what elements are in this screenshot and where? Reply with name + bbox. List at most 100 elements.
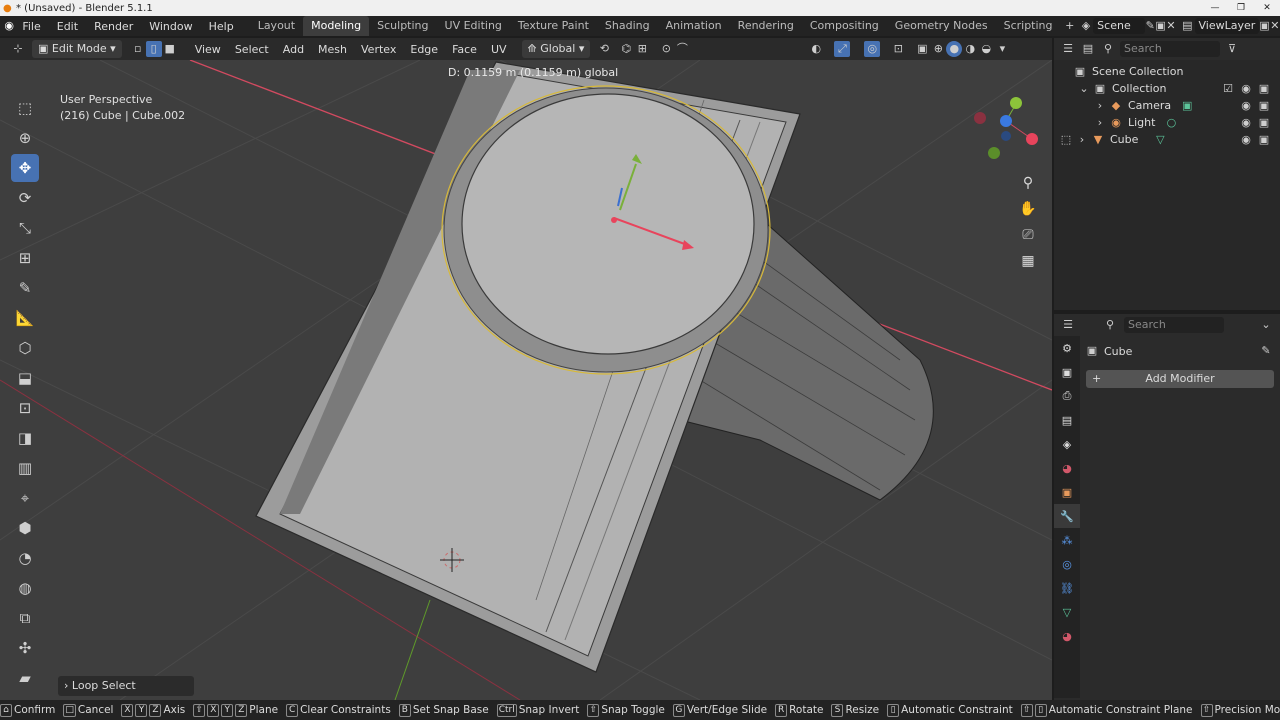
smooth-tool[interactable]: ◍ [11,574,39,602]
tab-sculpting[interactable]: Sculpting [369,16,436,36]
render-tab-icon[interactable]: ▣ [1054,360,1080,384]
constraints-tab-icon[interactable]: ⛓ [1054,576,1080,600]
move-tool[interactable]: ✥ [11,154,39,182]
overlay-toggle-icon[interactable]: ◎ [864,41,881,57]
chevron-right-icon[interactable]: › [1074,132,1090,148]
snap-icon[interactable]: ⌬ [618,41,634,57]
pivot-icon[interactable]: ⟲ [596,41,612,57]
tab-shading[interactable]: Shading [597,16,658,36]
eye-icon[interactable]: ◉ [1238,81,1254,97]
transform-tool[interactable]: ⊞ [11,244,39,272]
scale-tool[interactable]: ⤡ [11,214,39,242]
mode-selector[interactable]: ▣ Edit Mode ▾ [32,40,122,58]
menu-edit[interactable]: Edit [49,20,86,33]
pan-hand-icon[interactable]: ✋ [1016,196,1040,222]
tab-rendering[interactable]: Rendering [730,16,802,36]
menu-help[interactable]: Help [201,20,242,33]
camera-render-icon[interactable]: ▣ [1256,81,1272,97]
face-select-icon[interactable]: ■ [162,41,178,57]
maximize-button[interactable]: ❐ [1228,3,1254,13]
data-tab-icon[interactable]: ▽ [1054,600,1080,624]
chevron-down-icon[interactable]: ⌄ [1076,81,1092,97]
outliner-row-collection[interactable]: ⌄ ▣ Collection ☑ ◉ ▣ [1054,80,1280,97]
edge-slide-tool[interactable]: ⧉ [11,604,39,632]
outliner-row-light[interactable]: › ◉ Light ○ ◉ ▣ [1054,114,1280,131]
orientation-selector[interactable]: ⟰ Global ▾ [521,40,591,58]
add-cube-tool[interactable]: ⬡ [11,334,39,362]
output-tab-icon[interactable]: ⎙ [1054,384,1080,408]
particles-tab-icon[interactable]: ⁂ [1054,528,1080,552]
add-modifier-button[interactable]: + Add Modifier [1086,370,1274,388]
camera-view-icon[interactable]: ⎚ [1016,222,1040,248]
view-layer-icon[interactable]: ▤ [1182,18,1192,34]
tab-geometry-nodes[interactable]: Geometry Nodes [887,16,996,36]
viewport-menu-select[interactable]: Select [228,43,276,56]
knife-tool[interactable]: ⌖ [11,484,39,512]
object-tab-icon[interactable]: ▣ [1054,480,1080,504]
3d-viewport[interactable]: D: 0.1159 m (0.1159 m) global User Persp… [0,60,1052,700]
extrude-tool[interactable]: ⬓ [11,364,39,392]
tab-uv-editing[interactable]: UV Editing [437,16,510,36]
tab-animation[interactable]: Animation [658,16,730,36]
viewport-menu-edge[interactable]: Edge [403,43,445,56]
camera-render-icon[interactable]: ▣ [1256,115,1272,131]
spin-tool[interactable]: ◔ [11,544,39,572]
remove-view-layer-icon[interactable]: ✕ [1270,18,1280,34]
pin-icon[interactable]: ✎ [1258,343,1274,359]
viewport-menu-uv[interactable]: UV [484,43,514,56]
material-tab-icon[interactable]: ◕ [1054,624,1080,648]
eye-icon[interactable]: ◉ [1238,115,1254,131]
xray-icon[interactable]: ▣ [914,41,930,57]
chevron-down-icon[interactable]: ⌄ [1258,317,1274,333]
close-window-button[interactable]: ✕ [1254,3,1280,13]
viewport-menu-view[interactable]: View [188,43,228,56]
menu-file[interactable]: File [14,20,48,33]
visibility-icon[interactable]: ◐ [808,41,824,57]
edge-select-icon[interactable]: ▯ [145,41,162,57]
menu-window[interactable]: Window [141,20,200,33]
modifier-tab-icon[interactable]: 🔧 [1054,504,1080,528]
properties-editor-icon[interactable]: ☰ [1060,317,1076,333]
chevron-right-icon[interactable]: › [1092,115,1108,131]
remove-scene-icon[interactable]: ✕ [1166,18,1176,34]
minimize-button[interactable]: — [1202,3,1228,13]
tab-texture-paint[interactable]: Texture Paint [510,16,597,36]
editor-type-icon[interactable]: ⊹ [10,41,26,57]
menu-render[interactable]: Render [86,20,141,33]
tab-layout[interactable]: Layout [250,16,303,36]
proportional-edit-icon[interactable]: ⊙ [658,41,674,57]
add-workspace-icon[interactable]: + [1065,18,1075,34]
view-layer-tab-icon[interactable]: ▤ [1054,408,1080,432]
new-scene-icon[interactable]: ▣ [1155,18,1165,34]
eye-icon[interactable]: ◉ [1238,98,1254,114]
checkbox-icon[interactable]: ☑ [1220,81,1236,97]
poly-build-tool[interactable]: ⬢ [11,514,39,542]
zoom-icon[interactable]: ⚲ [1016,170,1040,196]
viewport-menu-face[interactable]: Face [445,43,484,56]
material-shading-icon[interactable]: ◑ [962,41,978,57]
loop-cut-tool[interactable]: ▥ [11,454,39,482]
camera-render-icon[interactable]: ▣ [1256,98,1272,114]
new-view-layer-icon[interactable]: ▣ [1259,18,1269,34]
physics-tab-icon[interactable]: ◎ [1054,552,1080,576]
eye-icon[interactable]: ◉ [1238,132,1254,148]
shrink-fatten-tool[interactable]: ✣ [11,634,39,662]
shading-options-icon[interactable]: ▾ [994,41,1010,57]
edit-mode-icon[interactable]: ⬚ [1058,132,1074,148]
bevel-tool[interactable]: ◨ [11,424,39,452]
select-box-tool[interactable]: ⬚ [11,94,39,122]
vertex-select-icon[interactable]: ▫ [130,41,146,57]
perspective-toggle-icon[interactable]: ▦ [1016,248,1040,274]
annotate-tool[interactable]: ✎ [11,274,39,302]
rotate-tool[interactable]: ⟳ [11,184,39,212]
falloff-icon[interactable]: ⌒ [674,41,690,57]
outliner-row-scene-collection[interactable]: ▣ Scene Collection [1054,63,1280,80]
mesh-edit-overlay-icon[interactable]: ⊡ [890,41,906,57]
camera-render-icon[interactable]: ▣ [1256,132,1272,148]
world-tab-icon[interactable]: ◕ [1054,456,1080,480]
rendered-shading-icon[interactable]: ◒ [978,41,994,57]
tool-tab-icon[interactable]: ⚙ [1054,336,1080,360]
shear-tool[interactable]: ▰ [11,664,39,692]
solid-shading-icon[interactable]: ● [946,41,963,57]
tab-compositing[interactable]: Compositing [802,16,887,36]
